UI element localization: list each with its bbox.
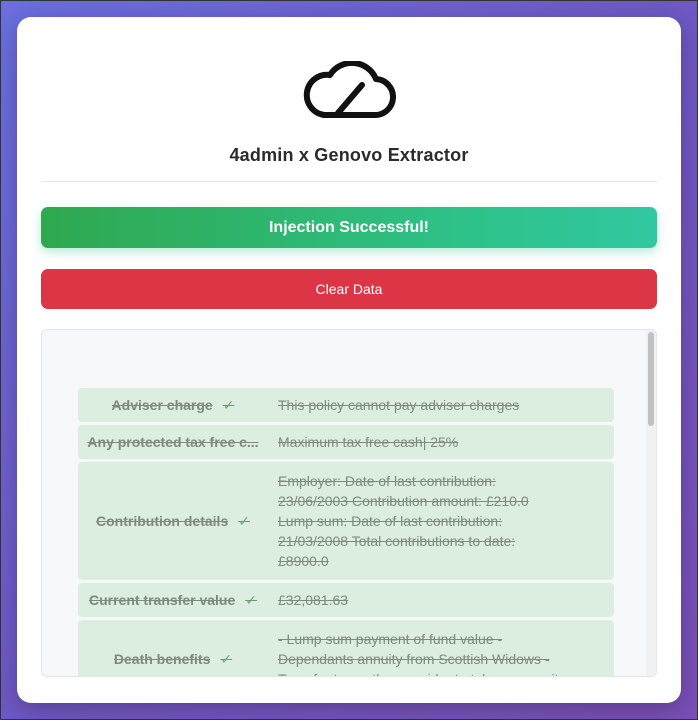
row-value: This policy cannot pay adviser charges <box>278 397 520 413</box>
page-title: 4admin x Genovo Extractor <box>229 145 469 165</box>
extractor-card: 4admin x Genovo Extractor Injection Succ… <box>17 17 681 703</box>
table-row: Death benefits ✓ - Lump sum payment of fu… <box>78 620 614 676</box>
check-icon: ✓ <box>245 591 257 608</box>
check-icon: ✓ <box>238 512 250 529</box>
results-panel[interactable]: Adviser charge ✓ This policy cannot pay a… <box>41 329 657 677</box>
table-row: Any protected tax free c... Maximum tax … <box>78 425 614 459</box>
clear-data-button[interactable]: Clear Data <box>41 269 657 309</box>
row-label: Adviser charge ✓ <box>111 396 235 414</box>
row-label: Death benefits ✓ <box>113 650 233 668</box>
row-label: Contribution details ✓ <box>96 512 250 530</box>
table-row: Adviser charge ✓ This policy cannot pay a… <box>78 388 614 422</box>
cloud-slash-icon <box>303 61 396 119</box>
row-value: Maximum tax free cash| 25% <box>278 434 459 450</box>
scrollbar-thumb[interactable] <box>648 332 654 426</box>
row-value: - Lump sum payment of fund value - Depen… <box>278 631 565 676</box>
table-row: Contribution details ✓ Employer: Date of … <box>78 462 614 580</box>
check-icon: ✓ <box>220 650 233 667</box>
check-icon: ✓ <box>222 396 235 413</box>
injection-success-button[interactable]: Injection Successful! <box>41 207 657 248</box>
row-value: Employer: Date of last contribution: 23/… <box>278 473 529 569</box>
divider <box>41 181 657 182</box>
row-label: Any protected tax free c... <box>87 434 259 450</box>
scrollbar[interactable] <box>646 330 656 676</box>
row-value: £32,081.63 <box>278 592 349 608</box>
row-label: Current transfer value ✓ <box>88 591 257 609</box>
table-row: Current transfer value ✓ £32,081.63 <box>78 583 614 617</box>
results-list: Adviser charge ✓ This policy cannot pay a… <box>78 388 614 676</box>
